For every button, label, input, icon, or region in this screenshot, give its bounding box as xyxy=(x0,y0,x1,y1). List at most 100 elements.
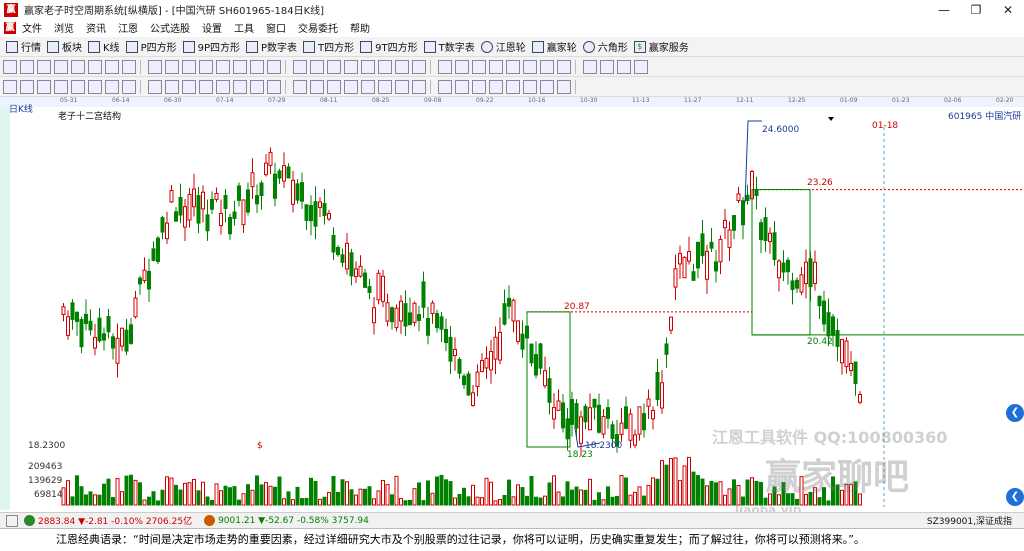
draw-tool-icon[interactable] xyxy=(557,59,571,74)
draw-tool-icon[interactable] xyxy=(310,59,324,74)
analysis-tool-icon[interactable] xyxy=(310,79,324,94)
analysis-tool-icon[interactable] xyxy=(267,79,281,94)
analysis-tool-icon[interactable] xyxy=(122,79,136,94)
toolbar-gann-wheel-button[interactable]: 江恩轮 xyxy=(480,39,526,54)
menu-window[interactable]: 窗口 xyxy=(260,20,292,35)
toolbar-t-table-button[interactable]: T数字表 xyxy=(423,39,475,54)
side-collapse-button[interactable]: ❮ xyxy=(1006,488,1024,506)
draw-tool-icon[interactable] xyxy=(71,59,85,74)
minimize-button[interactable]: — xyxy=(928,0,960,19)
draw-tool-icon[interactable] xyxy=(600,59,614,74)
analysis-tool-icon[interactable] xyxy=(199,79,213,94)
draw-tool-icon[interactable] xyxy=(412,59,426,74)
analysis-tool-icon[interactable] xyxy=(71,79,85,94)
menu-help[interactable]: 帮助 xyxy=(344,20,376,35)
draw-tool-icon[interactable] xyxy=(344,59,358,74)
menu-app-icon[interactable]: 赢 xyxy=(4,21,16,34)
analysis-tool-icon[interactable] xyxy=(88,79,102,94)
draw-tool-icon[interactable] xyxy=(583,59,597,74)
analysis-tool-icon[interactable] xyxy=(148,79,162,94)
analysis-tool-icon[interactable] xyxy=(3,79,17,94)
toolbar-service-button[interactable]: $ 赢家服务 xyxy=(633,39,689,54)
analysis-tool-icon[interactable] xyxy=(20,79,34,94)
menu-settings[interactable]: 设置 xyxy=(196,20,228,35)
sh-index-text[interactable]: 2883.84 ▼-2.81 -0.10% 2706.25亿 xyxy=(38,514,192,527)
sz-index-text[interactable]: 9001.21 ▼-52.67 -0.58% 3757.94 xyxy=(218,516,369,526)
draw-tool-icon[interactable] xyxy=(617,59,631,74)
analysis-tool-icon[interactable] xyxy=(105,79,119,94)
toolbar-quotes-button[interactable]: 行情 xyxy=(6,39,41,54)
status-grid-icon[interactable] xyxy=(6,514,18,527)
draw-tool-icon[interactable] xyxy=(37,59,51,74)
maximize-button[interactable]: ❐ xyxy=(960,0,992,19)
analysis-tool-icon[interactable] xyxy=(438,79,452,94)
draw-tool-icon[interactable] xyxy=(438,59,452,74)
toolbar-hexagon-button[interactable]: 六角形 xyxy=(582,39,628,54)
analysis-tool-icon[interactable] xyxy=(344,79,358,94)
analysis-tool-icon[interactable] xyxy=(165,79,179,94)
toolbar-9p-square-button[interactable]: 9P四方形 xyxy=(182,39,240,54)
draw-tool-icon[interactable] xyxy=(20,59,34,74)
draw-tool-icon[interactable] xyxy=(105,59,119,74)
analysis-tool-icon[interactable] xyxy=(233,79,247,94)
draw-tool-icon[interactable] xyxy=(489,59,503,74)
draw-tool-icon[interactable] xyxy=(250,59,264,74)
draw-tool-icon[interactable] xyxy=(523,59,537,74)
draw-tool-icon[interactable] xyxy=(148,59,162,74)
analysis-tool-icon[interactable] xyxy=(540,79,554,94)
menu-gann[interactable]: 江恩 xyxy=(112,20,144,35)
menu-file[interactable]: 文件 xyxy=(16,20,48,35)
draw-tool-icon[interactable] xyxy=(378,59,392,74)
analysis-tool-icon[interactable] xyxy=(293,79,307,94)
menu-browse[interactable]: 浏览 xyxy=(48,20,80,35)
menu-trade[interactable]: 交易委托 xyxy=(292,20,344,35)
draw-tool-icon[interactable] xyxy=(634,59,648,74)
draw-tool-icon[interactable] xyxy=(506,59,520,74)
draw-tool-icon[interactable] xyxy=(216,59,230,74)
draw-tool-icon[interactable] xyxy=(233,59,247,74)
analysis-tool-icon[interactable] xyxy=(489,79,503,94)
draw-tool-icon[interactable] xyxy=(182,59,196,74)
analysis-tool-icon[interactable] xyxy=(216,79,230,94)
draw-tool-icon[interactable] xyxy=(455,59,469,74)
toolbar-9t-square-button[interactable]: 9T四方形 xyxy=(360,39,418,54)
draw-tool-icon[interactable] xyxy=(165,59,179,74)
analysis-tool-icon[interactable] xyxy=(378,79,392,94)
draw-tool-icon[interactable] xyxy=(199,59,213,74)
toolbar-sector-button[interactable]: 板块 xyxy=(47,39,82,54)
analysis-tool-icon[interactable] xyxy=(395,79,409,94)
analysis-tool-icon[interactable] xyxy=(455,79,469,94)
draw-tool-icon[interactable] xyxy=(267,59,281,74)
analysis-tool-icon[interactable] xyxy=(472,79,486,94)
toolbar-winner-wheel-button[interactable]: 赢家轮 xyxy=(531,39,577,54)
analysis-tool-icon[interactable] xyxy=(54,79,68,94)
draw-tool-icon[interactable] xyxy=(3,59,17,74)
draw-tool-icon[interactable] xyxy=(54,59,68,74)
draw-tool-icon[interactable] xyxy=(395,59,409,74)
toolbar-p-square-button[interactable]: P四方形 xyxy=(125,39,177,54)
analysis-tool-icon[interactable] xyxy=(182,79,196,94)
draw-tool-icon[interactable] xyxy=(293,59,307,74)
toolbar-kline-button[interactable]: K线 xyxy=(88,39,120,54)
draw-tool-icon[interactable] xyxy=(540,59,554,74)
analysis-tool-icon[interactable] xyxy=(250,79,264,94)
close-button[interactable]: ✕ xyxy=(992,0,1024,19)
draw-tool-icon[interactable] xyxy=(472,59,486,74)
draw-tool-icon[interactable] xyxy=(122,59,136,74)
draw-tool-icon[interactable] xyxy=(88,59,102,74)
menu-info[interactable]: 资讯 xyxy=(80,20,112,35)
analysis-tool-icon[interactable] xyxy=(557,79,571,94)
draw-tool-icon[interactable] xyxy=(361,59,375,74)
analysis-tool-icon[interactable] xyxy=(412,79,426,94)
analysis-tool-icon[interactable] xyxy=(37,79,51,94)
draw-tool-icon[interactable] xyxy=(327,59,341,74)
analysis-tool-icon[interactable] xyxy=(506,79,520,94)
analysis-tool-icon[interactable] xyxy=(327,79,341,94)
analysis-tool-icon[interactable] xyxy=(523,79,537,94)
toolbar-t-square-button[interactable]: T四方形 xyxy=(303,39,354,54)
side-expand-button[interactable]: ❮ xyxy=(1006,404,1024,422)
menu-tools[interactable]: 工具 xyxy=(228,20,260,35)
toolbar-p-table-button[interactable]: P数字表 xyxy=(246,39,297,54)
analysis-tool-icon[interactable] xyxy=(361,79,375,94)
menu-formula[interactable]: 公式选股 xyxy=(144,20,196,35)
